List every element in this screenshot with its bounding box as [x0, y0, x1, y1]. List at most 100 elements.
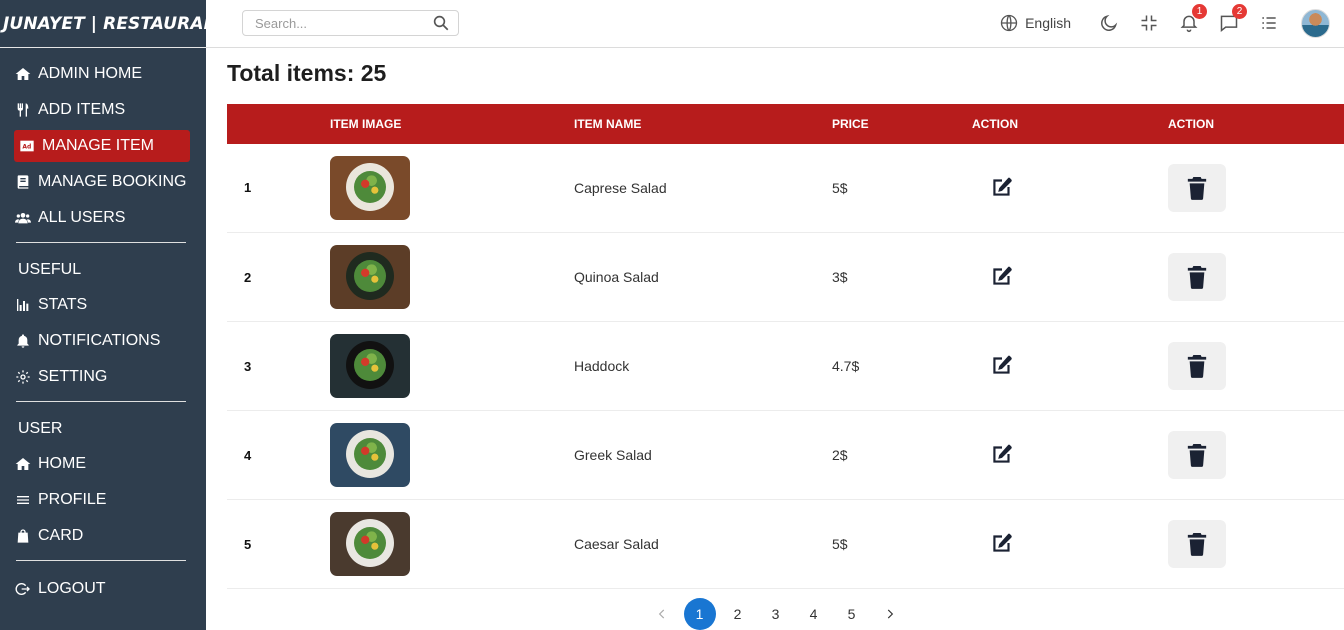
- sidebar-item-label: STATS: [38, 296, 88, 313]
- table-row: 4 Greek Salad 2$: [227, 410, 1344, 500]
- row-index: 5: [227, 499, 330, 589]
- sidebar-divider: [16, 560, 186, 561]
- salad-shape: [354, 260, 386, 292]
- fullscreen-toggle[interactable]: [1138, 12, 1160, 34]
- pagination: 1 2 3 4 5: [207, 598, 1344, 630]
- app-root: JUNAYET | RESTAURANT ADMIN HOME ADD ITEM…: [0, 0, 1344, 630]
- messages-button[interactable]: 2: [1218, 4, 1247, 34]
- edit-button[interactable]: [988, 262, 1016, 290]
- trash-icon: [1186, 176, 1208, 200]
- sidebar-item-all-users[interactable]: ALL USERS: [0, 200, 206, 236]
- edit-button[interactable]: [988, 440, 1016, 468]
- avatar[interactable]: [1301, 8, 1330, 38]
- header-index: [227, 104, 330, 144]
- row-image-cell: [330, 321, 574, 411]
- edit-button[interactable]: [988, 173, 1016, 201]
- notifications-button[interactable]: 1: [1178, 4, 1207, 34]
- sidebar-item-manage-booking[interactable]: MANAGE BOOKING: [0, 164, 206, 200]
- trash-icon: [1186, 443, 1208, 467]
- item-thumbnail: [330, 334, 410, 398]
- salad-shape: [354, 527, 386, 559]
- row-price: 3$: [832, 232, 972, 322]
- edit-icon: [989, 352, 1015, 378]
- brand[interactable]: JUNAYET | RESTAURANT: [0, 0, 230, 48]
- search-icon[interactable]: [432, 14, 450, 32]
- row-delete-cell: [1168, 143, 1344, 233]
- home-icon: [14, 455, 32, 473]
- sidebar-item-label: NOTIFICATIONS: [38, 332, 161, 349]
- header-action-delete: ACTION: [1168, 116, 1214, 131]
- row-delete-cell: [1168, 499, 1344, 589]
- shopping-bag-icon: [14, 527, 32, 545]
- delete-button[interactable]: [1168, 342, 1226, 390]
- sidebar-item-add-items[interactable]: ADD ITEMS: [0, 92, 206, 128]
- book-icon: [14, 173, 32, 191]
- sidebar-item-manage-item[interactable]: Ad MANAGE ITEM: [14, 130, 190, 162]
- table-row: 3 Haddock 4.7$: [227, 321, 1344, 411]
- list-view-button[interactable]: [1258, 12, 1280, 34]
- item-thumbnail: [330, 245, 410, 309]
- item-thumbnail: [330, 423, 410, 487]
- row-price: 4.7$: [832, 321, 972, 411]
- page-button-4[interactable]: 4: [798, 598, 830, 630]
- sidebar-item-profile[interactable]: PROFILE: [0, 482, 206, 518]
- delete-button[interactable]: [1168, 163, 1226, 212]
- sidebar-item-setting[interactable]: SETTING: [0, 359, 206, 395]
- page-button-1[interactable]: 1: [683, 598, 716, 630]
- row-price: 2$: [832, 410, 972, 500]
- item-thumbnail: [330, 512, 410, 576]
- delete-button[interactable]: [1168, 253, 1226, 301]
- salad-shape: [354, 349, 386, 381]
- search-input[interactable]: [255, 15, 432, 31]
- sidebar-section-user: USER: [18, 420, 63, 437]
- trash-icon: [1186, 532, 1208, 556]
- sidebar-item-notifications[interactable]: NOTIFICATIONS: [0, 323, 206, 359]
- salad-shape: [354, 170, 386, 203]
- row-index: 1: [227, 143, 330, 233]
- sidebar-item-admin-home[interactable]: ADMIN HOME: [0, 56, 206, 92]
- sidebar-item-label: ALL USERS: [38, 209, 126, 226]
- messages-badge: 2: [1232, 4, 1247, 20]
- page-button-2[interactable]: 2: [722, 598, 754, 630]
- dark-mode-toggle[interactable]: [1098, 12, 1120, 34]
- sidebar-item-label: CARD: [38, 527, 84, 544]
- ad-icon: Ad: [18, 137, 36, 155]
- sidebar-item-label: MANAGE BOOKING: [38, 173, 187, 190]
- sidebar-item-logout[interactable]: LOGOUT: [0, 571, 206, 607]
- row-edit-cell: [972, 232, 1168, 322]
- sidebar: JUNAYET | RESTAURANT ADMIN HOME ADD ITEM…: [0, 0, 230, 630]
- row-item-name: Haddock: [574, 321, 832, 411]
- delete-button[interactable]: [1168, 520, 1226, 568]
- edit-button[interactable]: [988, 351, 1016, 379]
- table-row: 2 Quinoa Salad 3$: [227, 232, 1344, 322]
- sidebar-item-label: PROFILE: [38, 491, 107, 508]
- logout-icon: [14, 580, 32, 598]
- svg-text:Ad: Ad: [22, 144, 31, 151]
- utensils-icon: [14, 101, 32, 119]
- gear-icon: [14, 368, 32, 386]
- collapse-icon: [1141, 15, 1157, 31]
- edit-button[interactable]: [988, 529, 1016, 557]
- sidebar-item-home[interactable]: HOME: [0, 446, 206, 482]
- page-button-5[interactable]: 5: [836, 598, 868, 630]
- delete-button[interactable]: [1168, 431, 1226, 479]
- sidebar-item-card[interactable]: CARD: [0, 518, 206, 554]
- row-index: 3: [227, 321, 330, 411]
- sidebar-item-label: MANAGE ITEM: [42, 137, 155, 154]
- edit-icon: [989, 530, 1015, 556]
- trash-icon: [1186, 354, 1208, 378]
- prev-page-button[interactable]: [646, 598, 678, 630]
- row-price: 5$: [832, 499, 972, 589]
- main-area: English 1 2: [206, 0, 1344, 630]
- table-row: 5 Caesar Salad 5$: [227, 499, 1344, 589]
- page-button-3[interactable]: 3: [760, 598, 792, 630]
- chevron-right-icon: [887, 609, 893, 619]
- search-box[interactable]: [242, 10, 459, 37]
- next-page-button[interactable]: [874, 598, 906, 630]
- list-icon: [1262, 17, 1276, 29]
- sidebar-item-stats[interactable]: STATS: [0, 287, 206, 323]
- bar-chart-icon: [14, 296, 32, 314]
- language-selector[interactable]: English: [999, 13, 1071, 33]
- row-delete-cell: [1168, 232, 1344, 322]
- topbar: English 1 2: [206, 0, 1344, 48]
